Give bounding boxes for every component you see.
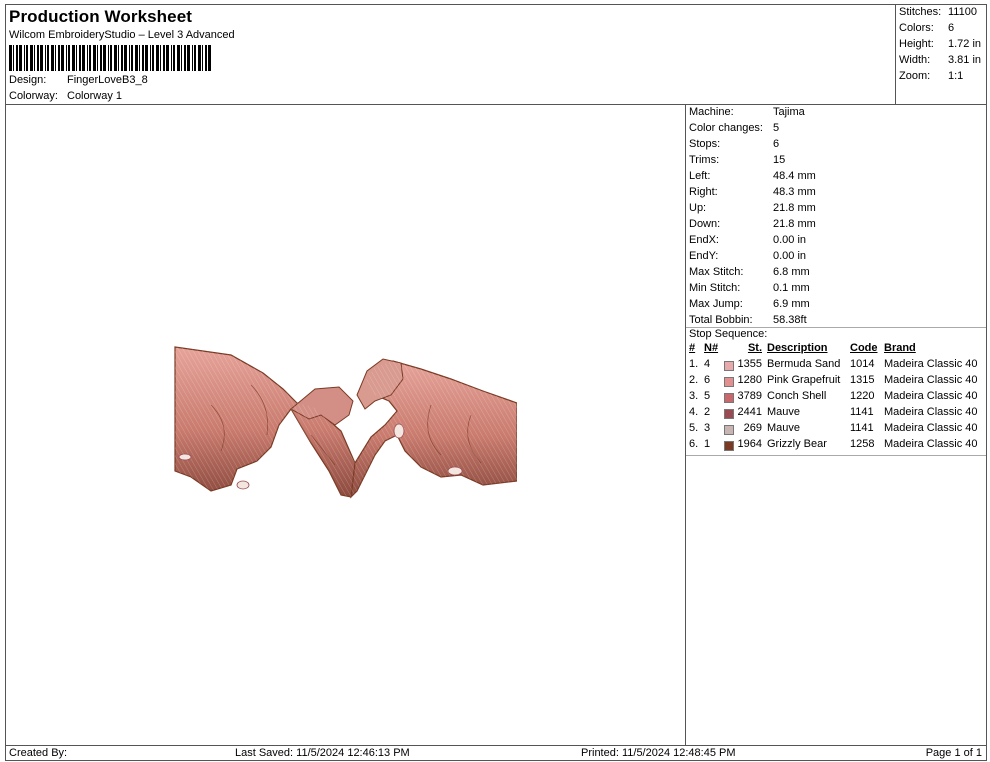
- properties-panel: Machine: Tajima Color changes: 5 Stops: 6 T…: [686, 105, 986, 745]
- prop-right: Right: 48.3 mm: [689, 186, 816, 198]
- stats-box: Stitches: 11100 Colors: 6 Height: 1.72 in W…: [895, 5, 986, 105]
- stitch-count: 1355: [737, 358, 762, 370]
- thread-code: 1141: [850, 422, 874, 434]
- design-label: Design:: [9, 74, 47, 86]
- thread-code: 1141: [850, 406, 874, 418]
- needle-number: 6: [704, 374, 711, 386]
- colorway-value: Colorway 1: [67, 90, 123, 102]
- page-title: Production Worksheet: [9, 7, 193, 26]
- prop-machine: Machine: Tajima: [689, 106, 805, 118]
- design-row: Design: FingerLoveB3_8: [9, 74, 148, 86]
- thread-description: Bermuda Sand: [767, 358, 841, 370]
- prop-down: Down: 21.8 mm: [689, 218, 816, 230]
- prop-color-changes: Color changes: 5: [689, 122, 780, 134]
- needle-number: 4: [704, 358, 711, 370]
- row-index: 2.: [689, 374, 699, 386]
- table-row: 3. 5 3789 Conch Shell 1220 Madeira Classic 40: [686, 390, 986, 406]
- barcode: [9, 45, 211, 71]
- prop-left: Left: 48.4 mm: [689, 170, 816, 182]
- thread-brand: Madeira Classic 40: [884, 374, 978, 386]
- thread-code: 1258: [850, 438, 875, 450]
- thread-brand: Madeira Classic 40: [884, 358, 978, 370]
- table-header: # N# St. Description Code Brand: [689, 342, 916, 354]
- table-row: 6. 1 1964 Grizzly Bear 1258 Madeira Classic 4…: [686, 438, 986, 454]
- stat-height: Height: 1.72 in: [899, 38, 982, 50]
- stitch-count: 3789: [737, 390, 762, 402]
- prop-min-stitch: Min Stitch: 0.1 mm: [689, 282, 810, 294]
- colorway-row: Colorway: Colorway 1: [9, 90, 122, 102]
- needle-number: 1: [704, 438, 711, 450]
- prop-total-bobbin: Total Bobbin: 58.38ft: [689, 314, 807, 326]
- stop-sequence-title: Stop Sequence:: [689, 328, 768, 340]
- design-canvas: [6, 105, 686, 745]
- thread-brand: Madeira Classic 40: [884, 422, 978, 434]
- last-saved: Last Saved: 11/5/2024 12:46:13 PM: [235, 747, 410, 759]
- row-index: 4.: [689, 406, 699, 418]
- thread-brand: Madeira Classic 40: [884, 406, 978, 418]
- stitch-count: 1964: [737, 438, 762, 450]
- row-index: 3.: [689, 390, 699, 402]
- thread-description: Conch Shell: [767, 390, 827, 402]
- stitch-count: 269: [743, 422, 762, 434]
- thread-description: Mauve: [767, 422, 801, 434]
- needle-number: 3: [704, 422, 711, 434]
- software-name: Wilcom EmbroideryStudio – Level 3 Advanc…: [9, 29, 235, 41]
- stitch-count: 1280: [737, 374, 762, 386]
- thread-description: Mauve: [767, 406, 801, 418]
- row-index: 5.: [689, 422, 699, 434]
- table-bottom-divider: [686, 455, 986, 456]
- prop-endx: EndX: 0.00 in: [689, 234, 807, 246]
- prop-endy: EndY: 0.00 in: [689, 250, 807, 262]
- needle-number: 2: [704, 406, 711, 418]
- worksheet: Production Worksheet Wilcom EmbroiderySt…: [5, 4, 987, 761]
- table-row: 4. 2 2441 Mauve 1141 Madeira Classic 40: [686, 406, 986, 422]
- needle-number: 5: [704, 390, 711, 402]
- stat-stitches: Stitches: 11100: [899, 6, 977, 18]
- stat-colors: Colors: 6: [899, 22, 955, 34]
- thread-brand: Madeira Classic 40: [884, 390, 978, 402]
- thread-code: 1014: [850, 358, 875, 370]
- row-index: 1.: [689, 358, 699, 370]
- prop-trims: Trims: 15: [689, 154, 786, 166]
- header: Production Worksheet Wilcom EmbroiderySt…: [6, 5, 895, 105]
- thread-description: Pink Grapefruit: [767, 374, 841, 386]
- row-index: 6.: [689, 438, 699, 450]
- prop-max-jump: Max Jump: 6.9 mm: [689, 298, 810, 310]
- embroidery-design-preview: [174, 346, 517, 499]
- design-value: FingerLoveB3_8: [67, 74, 148, 86]
- thread-description: Grizzly Bear: [767, 438, 827, 450]
- thread-code: 1315: [850, 374, 875, 386]
- prop-stops: Stops: 6: [689, 138, 780, 150]
- page-number: Page 1 of 1: [925, 747, 982, 759]
- prop-max-stitch: Max Stitch: 6.8 mm: [689, 266, 810, 278]
- thread-brand: Madeira Classic 40: [884, 438, 978, 450]
- stat-width: Width: 3.81 in: [899, 54, 982, 66]
- stat-zoom: Zoom: 1:1: [899, 70, 964, 82]
- printed-date: Printed: 11/5/2024 12:48:45 PM: [581, 747, 736, 759]
- table-row: 2. 6 1280 Pink Grapefruit 1315 Madeira Classi…: [686, 374, 986, 390]
- prop-up: Up: 21.8 mm: [689, 202, 816, 214]
- table-row: 1. 4 1355 Bermuda Sand 1014 Madeira Classic 4…: [686, 358, 986, 374]
- footer: Created By: Last Saved: 11/5/2024 12:46:…: [6, 745, 986, 760]
- thread-code: 1220: [850, 390, 875, 402]
- colorway-label: Colorway:: [9, 90, 58, 102]
- stitch-count: 2441: [737, 406, 762, 418]
- created-by: Created By:: [9, 747, 68, 759]
- table-row: 5. 3 269 Mauve 1141 Madeira Classic 40: [686, 422, 986, 438]
